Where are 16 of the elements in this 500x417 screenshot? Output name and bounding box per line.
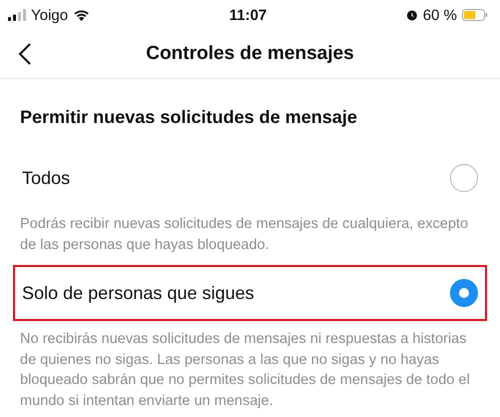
option-description: Podrás recibir nuevas solicitudes de mensajes de cualquiera, excepto de las personas que hayas bloqueado.: [20, 215, 470, 254]
radio-button[interactable]: [450, 279, 478, 307]
clock-time: 11:07: [229, 6, 267, 24]
radio-button[interactable]: [450, 164, 478, 192]
back-icon: [18, 42, 32, 66]
page-title: Controles de mensajes: [144, 43, 356, 65]
wifi-icon: [73, 9, 90, 21]
carrier-name: Yoigo: [31, 6, 68, 24]
alarm-icon: [406, 9, 418, 21]
signal-icon: [8, 9, 26, 21]
battery-icon: [462, 9, 488, 21]
battery-percent: 60 %: [422, 6, 458, 24]
option-label[interactable]: Solo de personas que sigues: [22, 282, 254, 304]
option-label[interactable]: Todos: [22, 168, 70, 188]
option-description: No recibirás nuevas solicitudes de mensajes ni respuestas a historias de quienes no sigas. Las personas a las que no sigas y no hayas bloqueado sabrán que no permites solicitudes de mensajes de todo el mundo si intentan enviarte un mensaje.: [20, 330, 471, 410]
section-title: Permitir nuevas solicitudes de mensaje: [20, 107, 358, 128]
